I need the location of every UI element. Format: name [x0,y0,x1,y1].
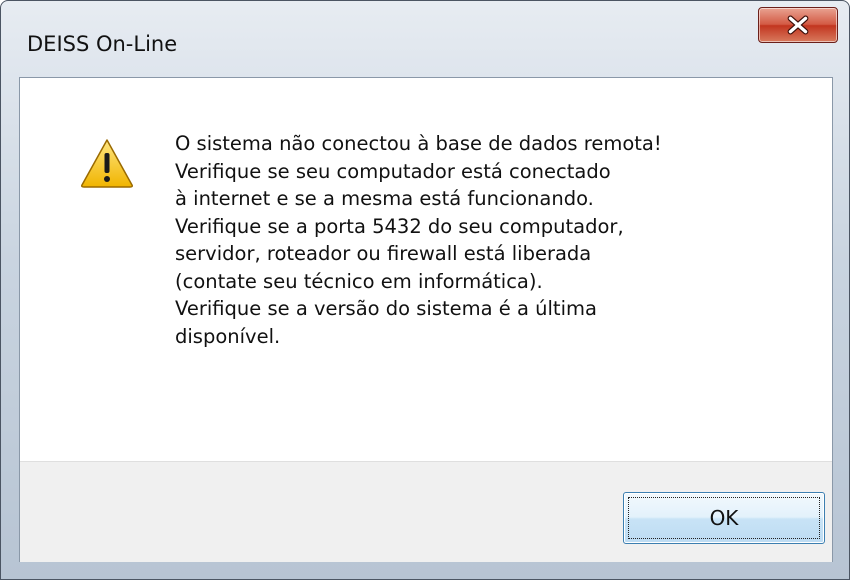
message-line: disponível. [175,324,281,348]
dialog-body: O sistema não conectou à base de dados r… [19,77,833,562]
title-bar[interactable]: DEISS On-Line [1,1,849,77]
message-line: (contate seu técnico em informática). [175,269,543,293]
message-line: Verifique se a porta 5432 do seu computa… [175,214,624,238]
message-line: à internet e se a mesma está funcionando… [175,187,594,210]
close-button[interactable] [758,7,838,43]
warning-triangle-icon [81,139,133,188]
dialog-window: DEISS On-Line O sistema não conectou à b… [0,0,850,580]
message-line: Verifique se a versão do sistema é a últ… [175,297,597,320]
message-line: servidor, roteador ou firewall está libe… [175,242,592,265]
close-x-icon [787,15,809,35]
ok-button[interactable]: OK [623,492,825,544]
message-line: O sistema não conectou à base de dados r… [175,132,662,155]
ok-button-label: OK [709,506,739,530]
button-bar: OK [20,461,832,562]
window-title: DEISS On-Line [27,32,178,56]
error-message: O sistema não conectou à base de dados r… [175,130,795,350]
message-line: Verifique se seu computador está conecta… [175,159,611,183]
